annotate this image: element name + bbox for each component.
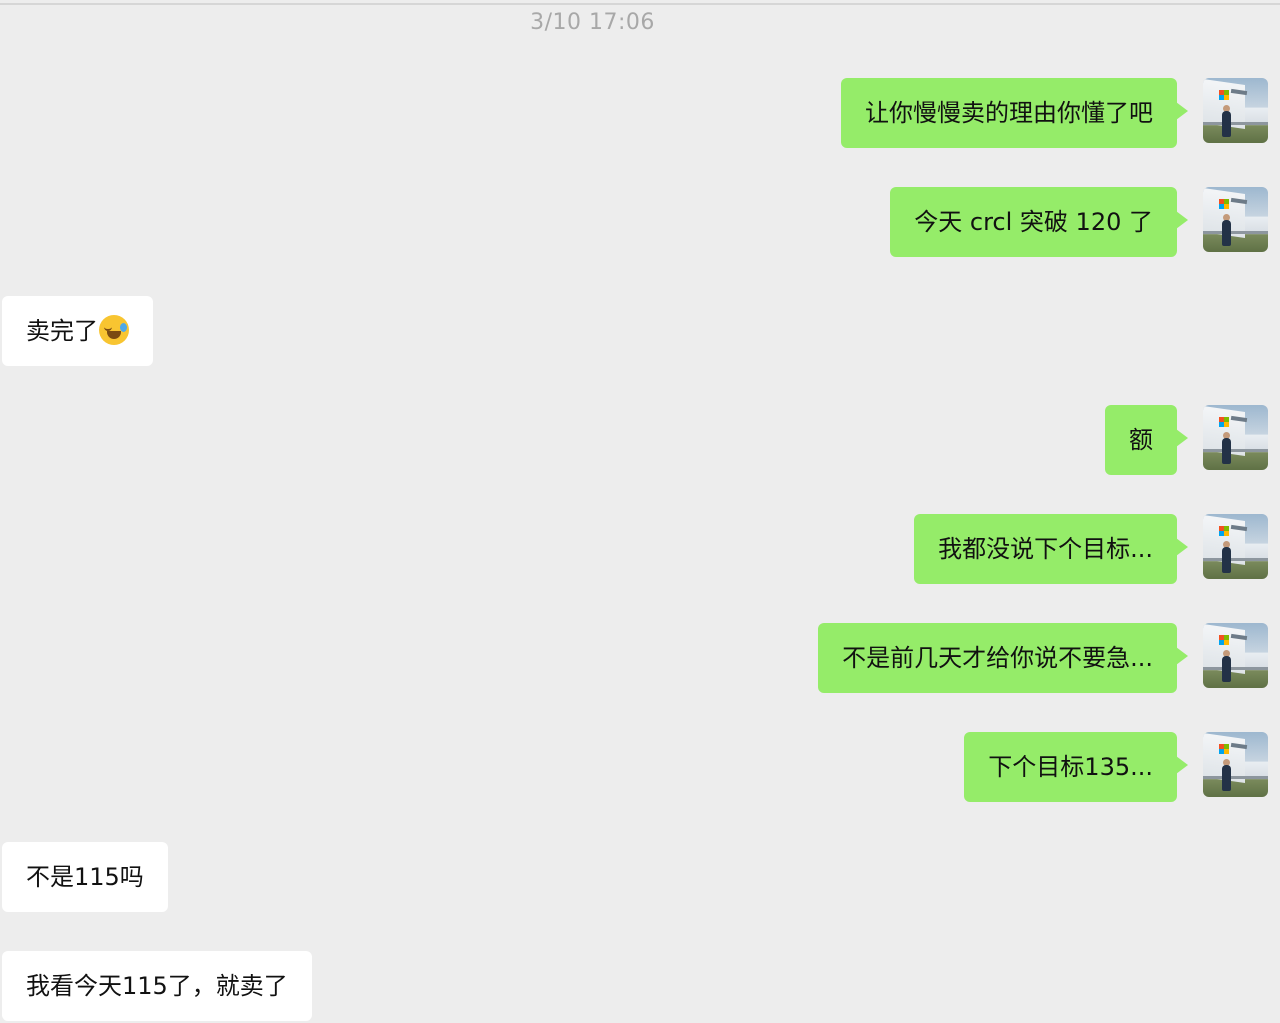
message-row: 下个目标135...	[0, 732, 1280, 804]
message-row: 额	[0, 405, 1280, 477]
user-avatar-icon[interactable]	[1203, 405, 1268, 470]
message-row: 我看今天115了，就卖了	[0, 951, 1280, 1023]
user-avatar-icon[interactable]	[1203, 187, 1268, 252]
outgoing-message-bubble[interactable]: 让你慢慢卖的理由你懂了吧	[841, 78, 1188, 148]
incoming-message-bubble[interactable]: 不是115吗	[2, 842, 168, 912]
outgoing-message-bubble[interactable]: 今天 crcl 突破 120 了	[890, 187, 1188, 257]
incoming-message-bubble[interactable]: 我看今天115了，就卖了	[2, 951, 312, 1021]
message-row: 不是115吗	[0, 842, 1280, 914]
message-row: 让你慢慢卖的理由你懂了吧	[0, 78, 1280, 150]
message-row: 今天 crcl 突破 120 了	[0, 187, 1280, 259]
outgoing-message-bubble[interactable]: 我都没说下个目标...	[914, 514, 1188, 584]
chat-timestamp: 3/10 17:06	[530, 10, 655, 35]
incoming-message-text: 卖完了	[26, 317, 98, 345]
outgoing-message-bubble[interactable]: 额	[1105, 405, 1188, 475]
user-avatar-icon[interactable]	[1203, 78, 1268, 143]
message-row: 不是前几天才给你说不要急...	[0, 623, 1280, 695]
outgoing-message-bubble[interactable]: 下个目标135...	[964, 732, 1188, 802]
incoming-message-bubble[interactable]: 卖完了	[2, 296, 153, 366]
message-row: 卖完了	[0, 296, 1280, 368]
user-avatar-icon[interactable]	[1203, 623, 1268, 688]
rolling-on-floor-laughing-emoji-icon	[99, 315, 129, 345]
user-avatar-icon[interactable]	[1203, 514, 1268, 579]
user-avatar-icon[interactable]	[1203, 732, 1268, 797]
top-divider	[0, 3, 1280, 5]
message-row: 我都没说下个目标...	[0, 514, 1280, 586]
outgoing-message-bubble[interactable]: 不是前几天才给你说不要急...	[818, 623, 1188, 693]
